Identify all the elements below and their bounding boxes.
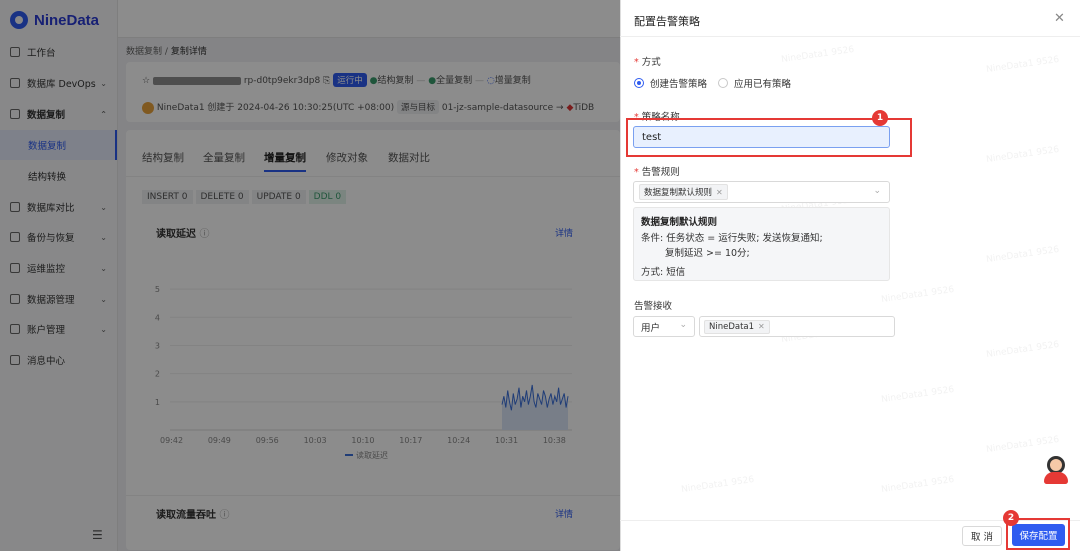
method-label: * 方式 <box>634 57 661 68</box>
receiver-label: 告警接收 <box>634 301 673 312</box>
close-icon[interactable]: ✕ <box>1054 11 1065 26</box>
chevron-down-icon: ⌄ <box>873 186 881 196</box>
rule-detail-line2: 复制延迟 >= 10分; <box>665 248 750 259</box>
rules-select[interactable]: 数据复制默认规则 ✕ ⌄ <box>633 181 890 203</box>
receiver-type-select[interactable]: 用户 ⌄ <box>633 316 695 337</box>
highlight-box-1 <box>626 118 912 157</box>
radio-apply-existing[interactable]: 应用已有策略 <box>718 76 791 90</box>
rules-label: * 告警规则 <box>634 167 680 178</box>
receiver-users-select[interactable]: NineData1 ✕ <box>699 316 895 337</box>
support-avatar[interactable] <box>1044 456 1068 484</box>
step-badge-1: 1 <box>872 110 888 126</box>
rule-detail-line1: 条件: 任务状态 = 运行失败; 发送恢复通知; <box>641 233 823 244</box>
radio-create-policy[interactable]: 创建告警策略 <box>634 76 707 90</box>
radio-checked-icon <box>634 78 644 88</box>
modal-overlay[interactable] <box>0 0 620 551</box>
chip-close-icon[interactable]: ✕ <box>758 322 765 331</box>
step-badge-2: 2 <box>1003 510 1019 526</box>
rule-chip: 数据复制默认规则 ✕ <box>639 184 728 200</box>
rule-detail-line3: 方式: 短信 <box>641 267 686 278</box>
radio-unchecked-icon <box>718 78 728 88</box>
cancel-button[interactable]: 取 消 <box>962 526 1002 546</box>
drawer-title: 配置告警策略 <box>634 15 700 28</box>
chevron-down-icon: ⌄ <box>679 320 687 330</box>
rule-detail-title: 数据复制默认规则 <box>641 217 718 228</box>
chip-close-icon[interactable]: ✕ <box>716 188 723 197</box>
receiver-chip: NineData1 ✕ <box>704 319 770 334</box>
